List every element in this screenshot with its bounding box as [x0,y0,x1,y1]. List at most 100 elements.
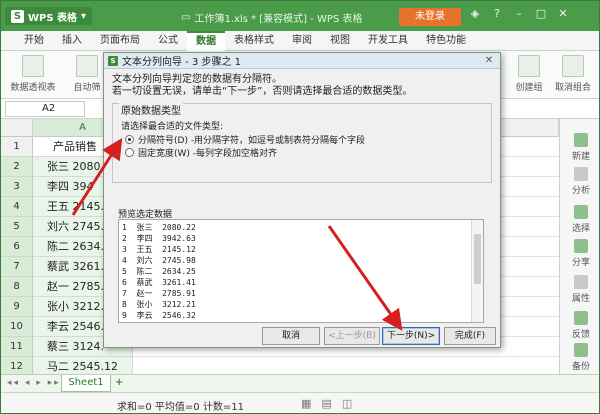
pivot-table-label: 数据透视表 [10,83,56,93]
row-header[interactable]: 10 [1,317,33,337]
data-preview[interactable]: 1 张三 2080.22 2 李四 3942.63 3 王五 2145.12 4… [118,219,484,323]
skin-icon[interactable]: ◈ [467,7,483,20]
create-group-label: 创建组 [515,83,543,93]
next-button[interactable]: 下一步(N)> [382,327,440,345]
row-header[interactable]: 4 [1,197,33,217]
tab-view[interactable]: 视图 [321,31,359,51]
baidu-watermark: Baidu经验 [461,355,552,374]
side-select-button[interactable]: 选择 [560,205,599,234]
app-window: S WPS 表格 ▾ ▭ 工作簿1.xls * [兼容模式] - WPS 表格 … [0,0,600,414]
row-header[interactable]: 11 [1,337,33,357]
close-icon[interactable]: ✕ [555,7,571,20]
dialog-intro: 文本分列向导判定您的数据有分隔符。 若一切设置无误，请单击“下一步”，否则请选择… [112,74,412,98]
group-icon [518,55,540,77]
pivot-table-button[interactable]: 数据透视表 [9,55,57,93]
intro-line-2: 若一切设置无误，请单击“下一步”，否则请选择最合适的数据类型。 [112,86,413,97]
back-button[interactable]: <上一步(B) [324,327,380,345]
tab-home[interactable]: 开始 [15,31,53,51]
feedback-icon [574,311,588,325]
ungroup-label: 取消组合 [554,83,591,93]
preview-row: 3 王五 2145.12 [122,245,196,254]
tab-page-layout[interactable]: 页面布局 [91,31,149,51]
side-backup-label: 备份 [571,362,590,372]
auto-filter-label: 自动筛 [73,83,101,93]
new-icon [574,133,588,147]
backup-icon [574,343,588,357]
original-data-type-group: 原始数据类型 请选择最合适的文件类型: 分隔符号(D) -用分隔字符，如逗号或制… [112,102,492,183]
preview-row: 5 陈二 2634.25 [122,267,196,276]
app-menu-label: WPS 表格 [28,12,78,24]
preview-row: 9 李云 2546.32 [122,311,196,320]
normal-view-icon[interactable]: ▦ [301,397,311,410]
finish-button[interactable]: 完成(F) [444,327,496,345]
wps-logo-icon: S [108,55,118,66]
side-properties-label: 属性 [571,294,590,304]
cancel-button[interactable]: 取消 [262,327,320,345]
side-analyze-button[interactable]: 分析 [560,167,599,196]
side-new-button[interactable]: 新建 [560,133,599,162]
scrollbar-thumb[interactable] [474,234,481,284]
dialog-title: 文本分列向导 - 3 步骤之 1 [122,57,242,68]
ungroup-button[interactable]: 取消组合 [549,55,597,93]
group-title: 原始数据类型 [119,102,183,117]
delimited-option[interactable]: 分隔符号(D) -用分隔字符，如逗号或制表符分隔每个字段 [125,133,365,146]
maximize-icon[interactable]: □ [533,7,549,20]
row-header[interactable]: 5 [1,217,33,237]
document-icon: ▭ [181,12,191,23]
select-all-corner[interactable] [1,119,33,137]
sheet-nav-arrows-icon[interactable]: ◂◂ ◂ ▸ ▸▸ [7,378,61,388]
help-icon[interactable]: ? [489,7,505,20]
sheet-tab-sheet1[interactable]: Sheet1 [61,375,111,392]
document-title-text: 工作簿1.xls * [兼容模式] - WPS 表格 [194,14,363,25]
tab-special[interactable]: 特色功能 [417,31,475,51]
dropdown-arrow-icon: ▾ [81,10,87,22]
preview-row: 6 蔡武 3261.41 [122,278,196,287]
sheet-tab-bar: ◂◂ ◂ ▸ ▸▸ Sheet1 + [1,374,599,392]
status-bar: 求和=0 平均值=0 计数=11 ▦ ▤ ◫ [1,392,599,413]
tab-developer[interactable]: 开发工具 [359,31,417,51]
fixed-width-label: 固定宽度(W) -每列字段加空格对齐 [138,149,278,159]
preview-scrollbar[interactable] [471,220,483,322]
delimited-label: 分隔符号(D) -用分隔字符，如逗号或制表符分隔每个字段 [138,136,366,146]
tab-review[interactable]: 审阅 [283,31,321,51]
row-header[interactable]: 6 [1,237,33,257]
row-header[interactable]: 9 [1,297,33,317]
create-group-button[interactable]: 创建组 [505,55,553,93]
preview-row: 2 李四 3942.63 [122,234,196,243]
text-to-columns-dialog: S 文本分列向导 - 3 步骤之 1 ✕ 文本分列向导判定您的数据有分隔符。 若… [103,52,501,348]
wps-logo-icon: S [11,9,24,23]
ungroup-icon [562,55,584,77]
side-panel: 新建 分析 选择 分享 属性 反馈 备份 [559,119,599,374]
side-backup-button[interactable]: 备份 [560,343,599,372]
row-header[interactable]: 2 [1,157,33,177]
page-break-view-icon[interactable]: ▤ [321,397,331,410]
minimize-icon[interactable]: – [511,7,527,20]
row-header[interactable]: 3 [1,177,33,197]
tab-data[interactable]: 数据 [187,30,225,51]
row-header[interactable]: 7 [1,257,33,277]
pivot-table-icon [22,55,44,77]
fixed-width-radio[interactable] [125,148,134,157]
fixed-width-option[interactable]: 固定宽度(W) -每列字段加空格对齐 [125,146,277,159]
ribbon-tabs: 开始 插入 页面布局 公式 数据 表格样式 审阅 视图 开发工具 特色功能 [1,30,599,51]
intro-line-1: 文本分列向导判定您的数据有分隔符。 [112,74,282,85]
side-share-button[interactable]: 分享 [560,239,599,268]
app-menu-button[interactable]: S WPS 表格 ▾ [5,7,93,25]
reading-mode-icon[interactable]: ◫ [342,397,352,410]
side-new-label: 新建 [571,152,590,162]
name-box[interactable]: A2 [5,101,85,117]
row-header[interactable]: 8 [1,277,33,297]
analyze-icon [574,167,588,181]
side-feedback-button[interactable]: 反馈 [560,311,599,340]
dialog-close-icon[interactable]: ✕ [482,54,496,67]
share-icon [574,239,588,253]
login-button[interactable]: 未登录 [399,8,461,26]
tab-insert[interactable]: 插入 [53,31,91,51]
delimited-radio[interactable] [125,135,134,144]
tab-formulas[interactable]: 公式 [149,31,187,51]
add-sheet-button[interactable]: + [115,377,123,388]
dialog-title-bar: S 文本分列向导 - 3 步骤之 1 ✕ [104,53,500,69]
tab-table-style[interactable]: 表格样式 [225,31,283,51]
row-header[interactable]: 1 [1,137,33,157]
side-properties-button[interactable]: 属性 [560,275,599,304]
